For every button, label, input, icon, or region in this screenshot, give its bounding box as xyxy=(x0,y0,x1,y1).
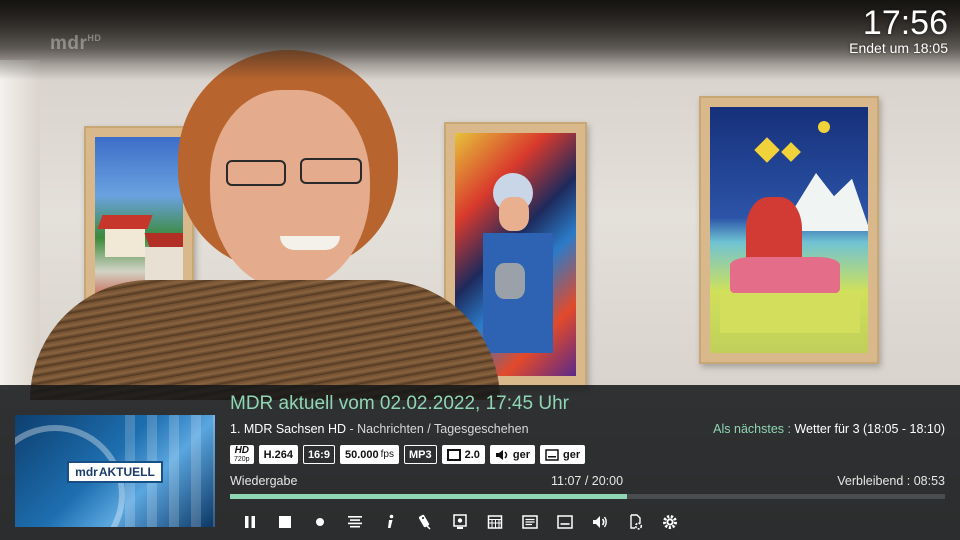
channel-info: 1. MDR Sachsen HD - Nachrichten / Tagesg… xyxy=(230,422,529,436)
playback-status: Wiedergabe xyxy=(230,474,298,488)
channel-name: 1. MDR Sachsen HD xyxy=(230,422,347,436)
speaker-box-icon xyxy=(446,448,461,461)
next-program: Als nächstes : Wetter für 3 (18:05 - 18:… xyxy=(713,422,945,436)
channel-thumbnail: mdr AKTUELL xyxy=(15,415,215,527)
screen-settings-icon xyxy=(452,514,467,529)
end-time: Endet um 18:05 xyxy=(849,40,948,56)
subtitle-icon xyxy=(545,448,559,461)
info-icon xyxy=(387,514,393,528)
pause-icon xyxy=(244,516,255,528)
epg-grid-icon xyxy=(487,515,502,529)
stream-info-badges: HD 720p H.264 16:9 50.000 fps MP3 2.0 ger … xyxy=(230,445,586,465)
file-settings-button[interactable] xyxy=(617,509,652,535)
gear-icon xyxy=(662,515,677,529)
chapters-icon xyxy=(347,516,362,528)
aspect-badge: 16:9 xyxy=(302,445,335,464)
settings-button[interactable] xyxy=(652,509,687,535)
epg-grid-button[interactable] xyxy=(477,509,512,535)
chapters-button[interactable] xyxy=(337,509,372,535)
stop-icon xyxy=(278,516,291,528)
stop-button[interactable] xyxy=(267,509,302,535)
painting-right xyxy=(699,96,879,364)
playback-controls xyxy=(232,509,687,535)
subtitles-button[interactable] xyxy=(547,509,582,535)
next-value: Wetter für 3 (18:05 - 18:10) xyxy=(794,422,945,436)
channels-badge: 2.0 xyxy=(441,445,485,464)
volume-button[interactable] xyxy=(582,509,617,535)
channel-watermark: mdrHD xyxy=(50,33,102,54)
hd-badge: HD 720p xyxy=(230,445,254,464)
teletext-button[interactable] xyxy=(512,509,547,535)
next-label: Als nächstes xyxy=(713,422,785,436)
record-icon xyxy=(315,518,324,526)
screen-settings-button[interactable] xyxy=(442,509,477,535)
progress-time: 11:07 / 20:00 xyxy=(551,474,624,488)
fps-badge: 50.000 fps xyxy=(339,445,399,464)
remaining-time: Verbleibend : 08:53 xyxy=(837,474,945,488)
clock: 17:56 xyxy=(862,4,948,42)
record-button[interactable] xyxy=(302,509,337,535)
remote-button[interactable] xyxy=(407,509,442,535)
remote-icon xyxy=(418,514,431,530)
info-button[interactable] xyxy=(372,509,407,535)
subtitles-icon xyxy=(556,515,573,529)
program-title: MDR aktuell vom 02.02.2022, 17:45 Uhr xyxy=(230,393,570,414)
subtitle-language-badge: ger xyxy=(540,445,586,464)
person xyxy=(30,50,500,400)
volume-icon xyxy=(592,516,607,528)
genre: Nachrichten / Tagesgeschehen xyxy=(357,422,529,436)
top-shade xyxy=(0,0,960,80)
audio-codec-badge: MP3 xyxy=(403,445,437,464)
pause-button[interactable] xyxy=(232,509,267,535)
teletext-icon xyxy=(521,515,538,529)
audio-icon xyxy=(495,449,508,460)
codec-badge: H.264 xyxy=(258,445,298,464)
audio-language-badge: ger xyxy=(489,445,536,464)
progress-bar[interactable] xyxy=(230,494,945,499)
progress-fill xyxy=(230,494,628,499)
thumbnail-logo: mdr AKTUELL xyxy=(67,461,163,483)
file-settings-icon xyxy=(629,514,642,530)
